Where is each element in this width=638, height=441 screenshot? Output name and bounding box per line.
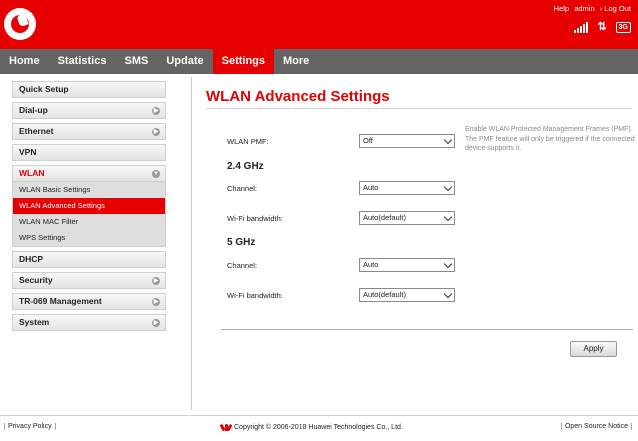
chevron-down-icon (443, 289, 453, 299)
column-divider (191, 77, 192, 410)
status-icons: ⇅ 3G (574, 22, 631, 33)
settings-sidebar: Quick Setup Dial-up ▶ Ethernet ▶ VPN WLAN ▼… (12, 81, 166, 335)
channel-24-select[interactable]: Auto (359, 181, 455, 195)
sidebar-item-label: VPN (19, 147, 37, 157)
wlan-submenu: WLAN Basic Settings WLAN Advanced Settin… (12, 182, 166, 247)
submenu-item-wlan-basic[interactable]: WLAN Basic Settings (13, 182, 165, 198)
bandwidth-5-select[interactable]: Auto(default) (359, 288, 455, 302)
sidebar-item-label: Quick Setup (19, 84, 69, 94)
bandwidth-5-value: Auto(default) (363, 290, 406, 299)
logout-link[interactable]: › Log Out (600, 4, 631, 13)
sidebar-item-dhcp[interactable]: DHCP (12, 251, 166, 268)
tab-settings[interactable]: Settings (212, 49, 275, 74)
channel-5-select[interactable]: Auto (359, 258, 455, 272)
help-link[interactable]: Help (554, 4, 569, 13)
account-links: Help admin › Log Out (551, 4, 631, 13)
chevron-right-icon: ▶ (152, 298, 160, 306)
updown-arrows-icon: ⇅ (597, 21, 607, 33)
username-label: admin (574, 4, 595, 13)
top-banner: Help admin › Log Out ⇅ 3G (0, 0, 638, 49)
bandwidth-5-label: Wi-Fi bandwidth: (227, 291, 283, 300)
tab-statistics[interactable]: Statistics (49, 49, 116, 74)
sidebar-item-label: TR-069 Management (19, 296, 102, 306)
chevron-down-icon (443, 212, 453, 222)
sidebar-item-quick-setup[interactable]: Quick Setup (12, 81, 166, 98)
channel-5-label: Channel: (227, 261, 258, 270)
sidebar-item-dial-up[interactable]: Dial-up ▶ (12, 102, 166, 119)
channel-24-label: Channel: (227, 184, 258, 193)
sidebar-item-tr069[interactable]: TR-069 Management ▶ (12, 293, 166, 310)
pmf-label: WLAN PMF: (227, 137, 269, 146)
chevron-down-icon (443, 135, 453, 145)
pmf-select-value: Off (363, 136, 373, 145)
tab-sms[interactable]: SMS (115, 49, 157, 74)
pmf-hint: Enable WLAN Protected Management Frames … (465, 126, 635, 152)
band-5-title: 5 GHz (227, 237, 256, 248)
sidebar-item-wlan[interactable]: WLAN ▼ (12, 165, 166, 182)
submenu-item-wlan-mac-filter[interactable]: WLAN MAC Filter (13, 214, 165, 230)
sidebar-item-security[interactable]: Security ▶ (12, 272, 166, 289)
huawei-logo-icon (219, 423, 233, 432)
vodafone-logo-icon (4, 8, 36, 40)
band-24-title: 2.4 GHz (227, 161, 264, 172)
sidebar-item-system[interactable]: System ▶ (12, 314, 166, 331)
copyright-text: Copyright © 2006-2018 Huawei Technologie… (234, 423, 403, 431)
copyright: Copyright © 2006-2018 Huawei Technologie… (219, 423, 403, 432)
bandwidth-24-select[interactable]: Auto(default) (359, 211, 455, 225)
tab-home[interactable]: Home (0, 49, 49, 74)
bandwidth-24-value: Auto(default) (363, 213, 406, 222)
chevron-down-icon: ▼ (152, 170, 160, 178)
channel-5-value: Auto (363, 260, 379, 269)
privacy-policy-link[interactable]: Privacy Policy (4, 423, 56, 430)
bandwidth-24-label: Wi-Fi bandwidth: (227, 214, 283, 223)
pmf-select[interactable]: Off (359, 134, 455, 148)
chevron-right-icon: ▶ (152, 128, 160, 136)
chevron-down-icon (443, 182, 453, 192)
apply-button[interactable]: Apply (570, 341, 617, 357)
open-source-notice-link[interactable]: Open Source Notice (560, 423, 632, 430)
chevron-right-icon: ▶ (152, 319, 160, 327)
network-type-badge: 3G (615, 22, 631, 33)
sidebar-item-label: Ethernet (19, 126, 54, 136)
sidebar-item-vpn[interactable]: VPN (12, 144, 166, 161)
submenu-item-wlan-advanced[interactable]: WLAN Advanced Settings (13, 198, 165, 214)
chevron-down-icon (443, 259, 453, 269)
sidebar-item-label: WLAN (19, 168, 45, 178)
submenu-item-wps[interactable]: WPS Settings (13, 230, 165, 246)
title-divider (206, 108, 632, 109)
sidebar-item-label: Security (19, 275, 53, 285)
tab-update[interactable]: Update (157, 49, 212, 74)
chevron-right-icon: ▶ (152, 107, 160, 115)
footer: Privacy Policy Copyright © 2006-2018 Hua… (0, 415, 638, 441)
sidebar-item-ethernet[interactable]: Ethernet ▶ (12, 123, 166, 140)
tab-more[interactable]: More (274, 49, 318, 74)
chevron-right-icon: ▶ (152, 277, 160, 285)
page-title: WLAN Advanced Settings (206, 88, 390, 105)
form-divider (221, 329, 633, 330)
sidebar-item-label: System (19, 317, 50, 327)
main-nav: Home Statistics SMS Update Settings More (0, 49, 638, 74)
sidebar-item-label: DHCP (19, 254, 44, 264)
signal-bars-icon (574, 22, 589, 33)
channel-24-value: Auto (363, 183, 379, 192)
sidebar-item-label: Dial-up (19, 105, 48, 115)
